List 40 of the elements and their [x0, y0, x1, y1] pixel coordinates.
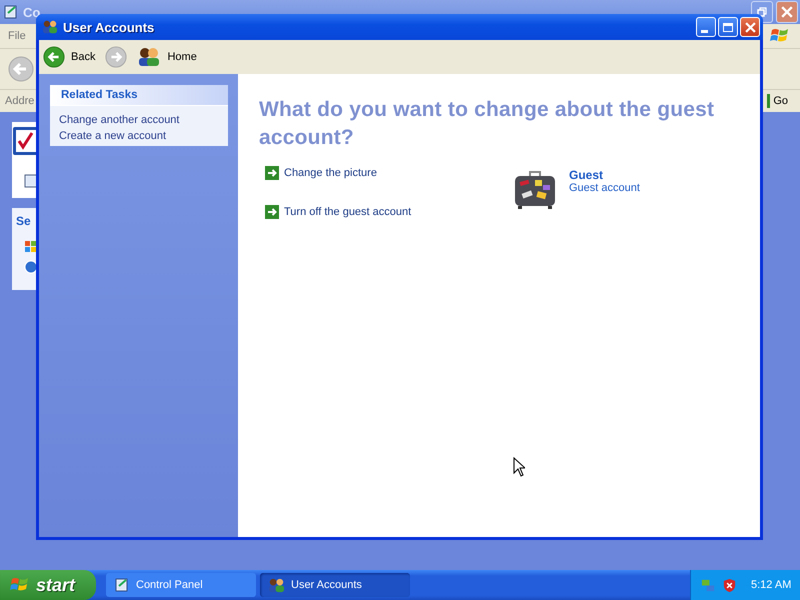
panel-heading: Se [16, 214, 31, 228]
account-name: Guest [569, 168, 604, 182]
task-link[interactable]: Change another account [59, 114, 219, 126]
clock: 5:12 AM [751, 579, 792, 591]
arrow-icon [265, 205, 279, 219]
close-icon [781, 6, 793, 18]
task-link[interactable]: Change the picture [284, 167, 377, 179]
users-icon [137, 47, 162, 67]
home-button[interactable]: Home [137, 47, 197, 67]
control-panel-icon [114, 577, 130, 593]
users-icon [268, 578, 285, 592]
users-icon [42, 20, 58, 34]
window-title: User Accounts [63, 20, 154, 34]
control-panel-icon [3, 4, 19, 20]
cursor-icon [513, 457, 525, 477]
security-shield-icon [722, 578, 737, 592]
close-icon [744, 22, 756, 32]
task-link[interactable]: Create a new account [59, 130, 219, 142]
account-type: Guest account [569, 182, 640, 194]
minimize-button[interactable] [696, 17, 716, 37]
taskbar-button[interactable]: Control Panel [106, 573, 256, 597]
restore-icon [757, 7, 767, 17]
suitcase-icon [513, 170, 557, 210]
window-icon [24, 174, 38, 188]
close-button[interactable] [776, 1, 798, 23]
panel-title: Related Tasks [61, 89, 138, 101]
arrow-icon [265, 166, 279, 180]
task-link[interactable]: Turn off the guest account [284, 206, 412, 218]
address-label: Addre [5, 95, 34, 107]
page-heading: What do you want to change about the guest account? [259, 97, 716, 151]
maximize-button[interactable] [718, 17, 738, 37]
window-title: Co [23, 4, 40, 20]
taskbar-button[interactable]: User Accounts [260, 573, 410, 597]
globe-icon [24, 260, 38, 274]
network-icon [701, 578, 716, 592]
start-button[interactable]: start [0, 570, 96, 600]
windows-logo-icon [24, 240, 38, 254]
back-button[interactable]: Back [43, 46, 96, 68]
menu-item[interactable]: File [8, 30, 26, 42]
go-button[interactable]: Go [767, 94, 788, 108]
